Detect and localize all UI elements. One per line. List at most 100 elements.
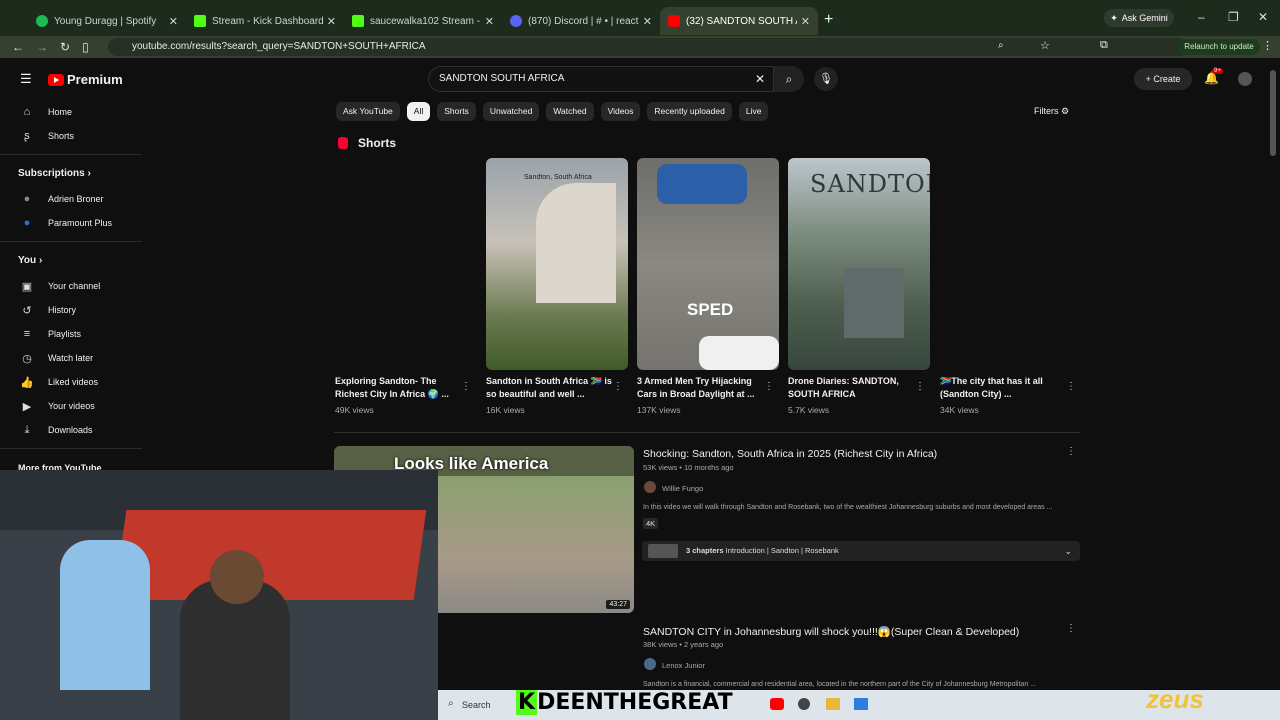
chevron-down-icon[interactable]: ⌄	[1064, 541, 1072, 561]
short-title[interactable]: 🇿🇦The city that has it all (Sandton City…	[940, 375, 1066, 401]
chip-watched[interactable]: Watched	[546, 102, 594, 121]
sidebar-subscriptions-heading[interactable]: Subscriptions ›	[0, 161, 142, 187]
minimize-icon[interactable]: –	[1198, 10, 1205, 24]
short-title[interactable]: Drone Diaries: SANDTON, SOUTH AFRICA	[788, 375, 914, 401]
bookmark-star-icon[interactable]: ☆	[1040, 39, 1050, 52]
sidebar-item-watch-later[interactable]: ◷ Watch later	[0, 346, 142, 370]
close-icon[interactable]: ✕	[327, 15, 336, 28]
maximize-icon[interactable]: ❐	[1228, 10, 1239, 24]
close-icon[interactable]: ✕	[643, 15, 652, 28]
page-scrollbar[interactable]	[1270, 70, 1276, 156]
chapters-row[interactable]: 3 chapters Introduction | Sandton | Rose…	[642, 541, 1080, 561]
chapter-thumbnail	[648, 544, 678, 558]
chip-shorts[interactable]: Shorts	[437, 102, 476, 121]
more-options-icon[interactable]: ⋮	[613, 381, 623, 392]
hamburger-menu-icon[interactable]: ☰	[20, 71, 32, 87]
extensions-icon[interactable]: ⧉	[1100, 39, 1108, 52]
filters-button[interactable]: Filters ⚙	[1034, 106, 1069, 117]
sidebar-item-liked-videos[interactable]: 👍 Liked videos	[0, 370, 142, 394]
browser-tab-bar: Young Duragg | Spotify ✕ Stream - Kick Da…	[0, 0, 1280, 36]
more-options-icon[interactable]: ⋮	[1066, 446, 1076, 457]
car-shape	[699, 336, 779, 370]
brand-watermark: zeus	[1146, 684, 1204, 714]
reload-icon[interactable]: ↻	[60, 40, 70, 54]
chip-videos[interactable]: Videos	[600, 102, 641, 121]
menu-dots-icon[interactable]: ⋮	[1262, 39, 1273, 52]
short-thumbnail[interactable]: Sandton, South Africa	[486, 158, 628, 370]
app-icon[interactable]	[854, 698, 868, 710]
short-title[interactable]: 3 Armed Men Try Hijacking Cars in Broad …	[637, 375, 763, 401]
sidebar-item-downloads[interactable]: ⤓ Downloads	[0, 418, 142, 442]
window-close-icon[interactable]: ✕	[1258, 10, 1268, 24]
short-thumbnail[interactable]: SANDTON	[788, 158, 930, 370]
more-options-icon[interactable]: ⋮	[1066, 623, 1076, 634]
kick-icon	[352, 15, 364, 27]
folder-icon[interactable]	[826, 698, 840, 710]
clear-search-icon[interactable]: ✕	[755, 67, 765, 91]
channel-avatar[interactable]	[644, 481, 656, 493]
more-options-icon[interactable]: ⋮	[461, 381, 471, 392]
sidebar-divider	[0, 241, 142, 242]
chip-ask-youtube[interactable]: Ask YouTube	[336, 102, 400, 121]
chip-recently-uploaded[interactable]: Recently uploaded	[647, 102, 732, 121]
sidebar-item-playlists[interactable]: ≡ Playlists	[0, 322, 142, 346]
create-label: Create	[1153, 74, 1181, 84]
search-input[interactable]: SANDTON SOUTH AFRICA ✕	[428, 66, 774, 92]
close-icon[interactable]: ✕	[169, 15, 178, 28]
more-options-icon[interactable]: ⋮	[764, 381, 774, 392]
youtube-app-icon[interactable]	[770, 698, 784, 710]
chip-all[interactable]: All	[406, 102, 431, 121]
video-meta: 38K views • 2 years ago	[643, 640, 724, 649]
browser-tab[interactable]: saucewalka102 Stream - Watch ✕	[344, 7, 502, 35]
video-title[interactable]: Shocking: Sandton, South Africa in 2025 …	[643, 448, 937, 460]
zoom-icon[interactable]: ⌕	[998, 40, 1004, 51]
browser-tab[interactable]: (870) Discord | # • | reactions ✕	[502, 7, 660, 35]
short-thumbnail[interactable]: SPED	[637, 158, 779, 370]
channel-name[interactable]: Willie Fungo	[662, 484, 703, 493]
chip-live[interactable]: Live	[738, 102, 769, 121]
browser-tab[interactable]: Young Duragg | Spotify ✕	[28, 7, 186, 35]
sidepanel-icon[interactable]: ▯	[82, 40, 89, 54]
close-icon[interactable]: ✕	[801, 15, 810, 28]
video-title[interactable]: SANDTON CITY in Johannesburg will shock …	[643, 625, 1019, 638]
url-field[interactable]: youtube.com/results?search_query=SANDTON…	[108, 38, 1188, 56]
sidebar-item-label: Paramount Plus	[48, 218, 113, 228]
back-icon[interactable]: ←	[12, 40, 24, 54]
sidebar-item-your-videos[interactable]: ▶ Your videos	[0, 394, 142, 418]
voice-search-button[interactable]: 🎙	[814, 67, 838, 91]
channel-avatar[interactable]	[644, 658, 656, 670]
relaunch-button[interactable]: Relaunch to update	[1178, 39, 1260, 55]
chip-unwatched[interactable]: Unwatched	[482, 102, 540, 121]
new-tab-icon[interactable]: +	[824, 11, 833, 29]
sidebar-item-label: Downloads	[48, 425, 93, 435]
clock-icon: ◷	[22, 352, 32, 365]
sidebar-item-subscription[interactable]: ● Paramount Plus	[0, 211, 142, 235]
browser-tab[interactable]: Stream - Kick Dashboard ✕	[186, 7, 344, 35]
short-title[interactable]: Sandton in South Africa 🇿🇦 is so beautif…	[486, 375, 612, 401]
chrome-app-icon[interactable]	[798, 698, 810, 710]
youtube-logo[interactable]: Premium	[48, 72, 123, 87]
sidebar-item-subscription[interactable]: ● Adrien Broner	[0, 187, 142, 211]
ask-gemini-button[interactable]: ✦ Ask Gemini	[1104, 9, 1174, 27]
forward-icon[interactable]: →	[36, 40, 48, 54]
sidebar-item-history[interactable]: ↺ History	[0, 298, 142, 322]
sliders-icon: ⚙	[1061, 106, 1070, 116]
sidebar-item-shorts[interactable]: ʂ Shorts	[0, 124, 142, 148]
create-button[interactable]: + Create	[1134, 68, 1192, 90]
browser-tab-active[interactable]: (32) SANDTON SOUTH AFRICA ✕	[660, 7, 818, 35]
short-title[interactable]: Exploring Sandton- The Richest City In A…	[335, 375, 461, 401]
sidebar-item-label: Home	[48, 107, 73, 117]
download-icon: ⤓	[24, 423, 30, 436]
avatar[interactable]	[1238, 72, 1252, 86]
more-options-icon[interactable]: ⋮	[1066, 381, 1076, 392]
sidebar-item-your-channel[interactable]: ▣ Your channel	[0, 274, 142, 298]
taskbar-search[interactable]: Search	[444, 695, 518, 715]
channel-name[interactable]: Lenox Junior	[662, 661, 705, 670]
more-options-icon[interactable]: ⋮	[915, 381, 925, 392]
short-views: 49K views	[335, 405, 374, 415]
sidebar-item-home[interactable]: ⌂ Home	[0, 100, 142, 124]
close-icon[interactable]: ✕	[485, 15, 494, 28]
search-button[interactable]: ⌕	[774, 66, 804, 92]
sidebar-you-heading[interactable]: You ›	[0, 248, 142, 274]
chapters-count: 3 chapters	[686, 546, 724, 555]
